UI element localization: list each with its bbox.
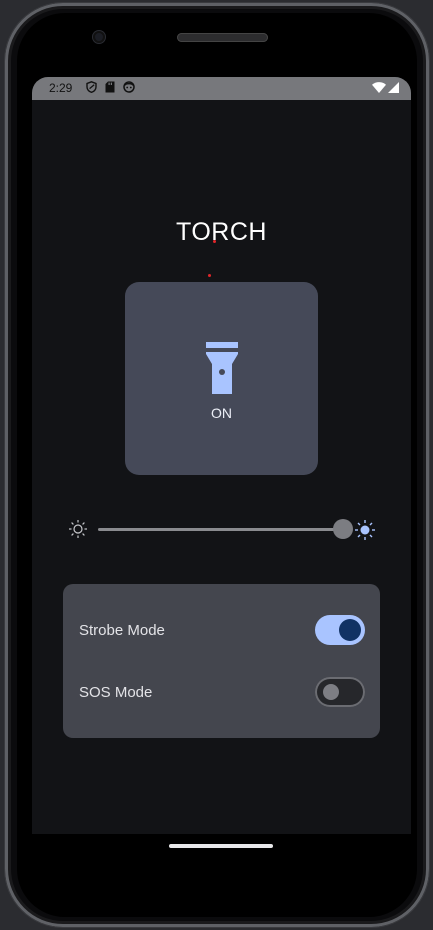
- red-dot-artifact: [208, 274, 211, 277]
- brightness-slider[interactable]: [32, 517, 411, 543]
- status-icons-left: [86, 81, 135, 96]
- shield-icon: [86, 81, 97, 96]
- home-gesture-handle[interactable]: [169, 844, 273, 848]
- wifi-icon: [372, 82, 386, 96]
- strobe-mode-label: Strobe Mode: [79, 622, 165, 639]
- torch-toggle-button[interactable]: ON: [125, 282, 318, 475]
- status-time: 2:29: [49, 81, 73, 95]
- toggle-knob: [323, 684, 339, 700]
- red-dot-artifact: [213, 240, 216, 243]
- face-icon: [123, 81, 135, 96]
- status-bar: 2:29: [32, 77, 411, 100]
- front-camera: [93, 31, 105, 43]
- brightness-high-icon: [354, 519, 376, 546]
- slider-thumb[interactable]: [333, 519, 353, 539]
- signal-icon: [388, 82, 399, 96]
- navigation-bar: [32, 834, 411, 884]
- torch-state-label: ON: [211, 405, 232, 421]
- sd-card-icon: [105, 81, 115, 96]
- app-title: TORCH: [176, 218, 267, 246]
- sos-mode-toggle[interactable]: [315, 677, 365, 707]
- slider-track[interactable]: [98, 528, 344, 531]
- settings-card: Strobe Mode SOS Mode: [63, 584, 380, 738]
- status-icons-right: [372, 82, 399, 96]
- brightness-low-icon: [68, 519, 88, 544]
- app-screen: 2:29 TORCH ON Strobe Mode SOS Mode: [32, 77, 411, 834]
- sos-mode-label: SOS Mode: [79, 684, 153, 701]
- toggle-knob: [339, 619, 361, 641]
- strobe-mode-toggle[interactable]: [315, 615, 365, 645]
- flashlight-icon: [206, 342, 238, 399]
- earpiece-speaker: [177, 33, 268, 42]
